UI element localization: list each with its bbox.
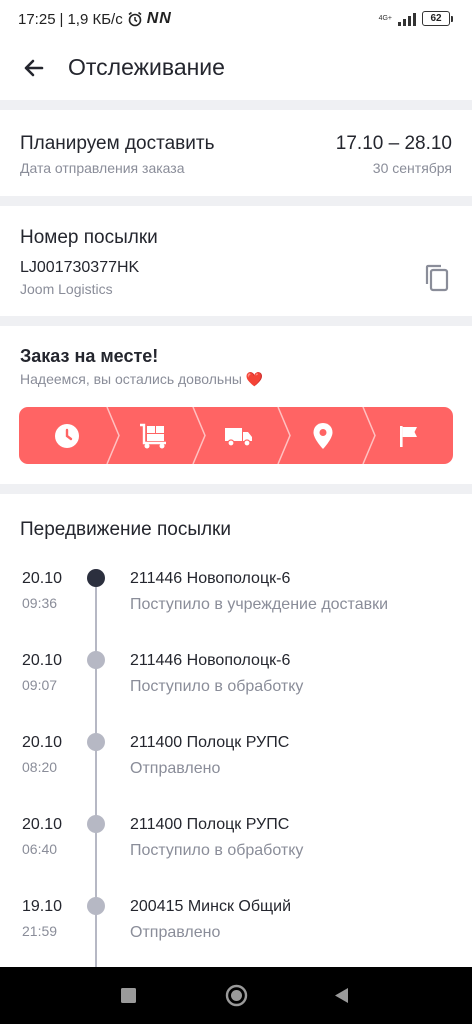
event-time: 06:40 bbox=[22, 841, 58, 857]
event-status: Поступило в учреждение доставки bbox=[130, 596, 389, 613]
status-speed: 1,9 КБ/с bbox=[67, 10, 123, 28]
order-status-subtitle: Надеемся, вы остались довольны ❤️ bbox=[20, 371, 264, 387]
status-carrier-badge: NN bbox=[146, 10, 172, 27]
status-bar: 17:25 | 1,9 КБ/с NN 4G+ 62 bbox=[0, 0, 472, 40]
event-date: 20.10 bbox=[22, 570, 63, 587]
truck-icon bbox=[224, 427, 252, 447]
arrow-left-icon[interactable] bbox=[18, 52, 50, 84]
event-date: 20.10 bbox=[22, 734, 63, 751]
clock-icon bbox=[54, 423, 79, 448]
timeline-dot bbox=[87, 733, 105, 751]
page-title: Отслеживание bbox=[68, 54, 225, 80]
progress-step-2 bbox=[109, 407, 196, 464]
event-time: 09:36 bbox=[22, 595, 58, 611]
progress-step-4 bbox=[279, 407, 366, 464]
delivery-sub-label: Дата отправления заказа bbox=[20, 160, 185, 176]
event-place: 211400 Полоцк РУПС bbox=[130, 816, 290, 833]
timeline-dot-active bbox=[87, 569, 105, 587]
progress-step-3 bbox=[195, 407, 282, 464]
event-place: 211400 Полоцк РУПС bbox=[130, 734, 290, 751]
status-time: 17:25 bbox=[18, 10, 56, 28]
alarm-icon bbox=[128, 11, 142, 27]
event-status: Отправлено bbox=[130, 924, 221, 941]
event-status: Отправлено bbox=[130, 760, 221, 777]
dolly-icon bbox=[139, 423, 166, 448]
progress-step-5 bbox=[365, 407, 452, 464]
battery-level: 62 bbox=[430, 13, 442, 24]
event-status: Поступило в обработку bbox=[130, 678, 304, 695]
location-pin-icon bbox=[313, 422, 332, 449]
timeline-dot bbox=[87, 651, 105, 669]
triangle-back-icon[interactable] bbox=[334, 987, 349, 1004]
event-time: 09:07 bbox=[22, 677, 58, 693]
event-place: 211446 Новополоцк-6 bbox=[130, 652, 291, 669]
signal-icon bbox=[398, 12, 416, 26]
battery-icon: 62 bbox=[422, 11, 453, 26]
status-separator: | bbox=[59, 10, 64, 28]
parcel-number: LJ001730377HK bbox=[20, 259, 140, 276]
delivery-label: Планируем доставить bbox=[20, 133, 215, 154]
delivery-dates: 17.10 – 28.10 bbox=[335, 133, 452, 154]
sent-date: 30 сентября bbox=[372, 160, 452, 176]
event-place: 211446 Новополоцк-6 bbox=[130, 570, 291, 587]
event-status: Поступило в обработку bbox=[130, 842, 304, 859]
parcel-carrier: Joom Logistics bbox=[20, 281, 113, 297]
movements-title: Передвижение посылки bbox=[20, 519, 231, 540]
event-place: 200415 Минск Общий bbox=[130, 898, 292, 915]
progress-step-1 bbox=[23, 407, 110, 464]
system-nav-bar bbox=[0, 967, 472, 1024]
order-status-title: Заказ на месте! bbox=[20, 346, 159, 366]
order-progress-bar bbox=[19, 407, 453, 464]
network-label: 4G+ bbox=[378, 15, 392, 22]
circle-home-icon[interactable] bbox=[225, 984, 248, 1007]
event-date: 20.10 bbox=[22, 652, 63, 669]
app-header: Отслеживание bbox=[0, 40, 472, 100]
flag-icon bbox=[399, 425, 417, 447]
event-time: 08:20 bbox=[22, 759, 58, 775]
timeline-dot bbox=[87, 897, 105, 915]
event-date: 19.10 bbox=[22, 898, 63, 915]
copy-icon[interactable] bbox=[420, 260, 456, 296]
parcel-label: Номер посылки bbox=[20, 227, 158, 248]
timeline-dot bbox=[87, 815, 105, 833]
event-time: 21:59 bbox=[22, 923, 58, 939]
square-icon[interactable] bbox=[121, 988, 136, 1003]
movements-card bbox=[0, 494, 472, 967]
event-date: 20.10 bbox=[22, 816, 63, 833]
